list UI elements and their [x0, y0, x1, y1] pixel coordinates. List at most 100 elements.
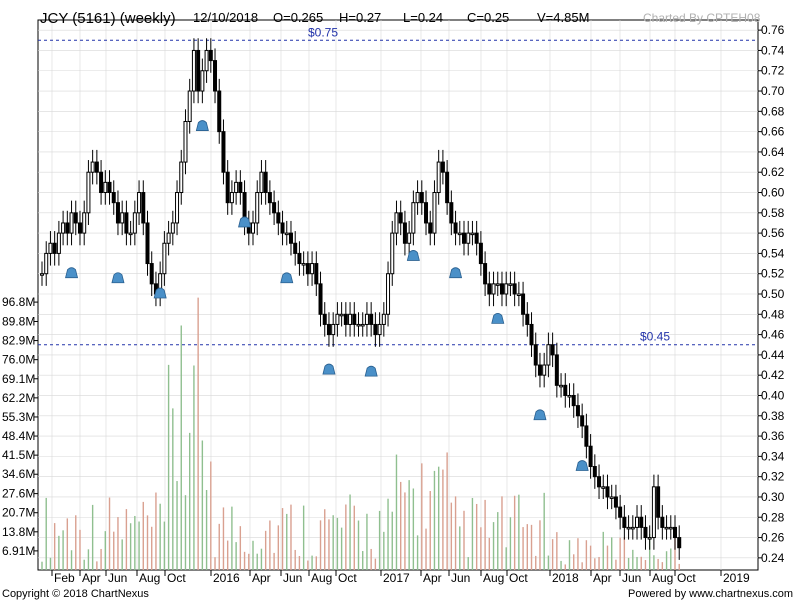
price-tick-label: 0.48 [761, 307, 785, 321]
copyright-label: Copyright © 2018 ChartNexus [2, 588, 149, 600]
price-candle-body [318, 283, 323, 315]
price-candle-body [360, 323, 365, 327]
price-candle-body [310, 263, 315, 275]
price-candle-body [94, 161, 99, 173]
price-candle-body [440, 161, 445, 173]
time-tick-label: Apr [252, 571, 271, 585]
volume-tick-label: 27.6M [2, 487, 35, 501]
price-candle-body [390, 232, 395, 275]
price-tick-label: 0.24 [761, 551, 785, 565]
price-candle-body [208, 49, 213, 62]
time-tick-label: Feb [54, 571, 75, 585]
price-candle-body [326, 323, 331, 336]
price-candle-body [65, 222, 70, 234]
price-candle-body [474, 232, 479, 244]
time-tick-label: Oct [167, 571, 186, 585]
price-candle-body [626, 526, 631, 530]
time-tick-label: 2016 [213, 571, 240, 585]
price-candle-body [196, 49, 201, 92]
price-tick-label: 0.52 [761, 267, 785, 281]
volume-tick-label: 34.6M [2, 467, 35, 481]
price-candle-body [512, 283, 517, 295]
price-candle-body [162, 242, 167, 275]
volume-tick-label: 89.8M [2, 314, 35, 328]
price-candle-body [132, 212, 137, 234]
price-candle-body [103, 181, 108, 194]
price-candle-body [386, 273, 391, 315]
price-candle-body [170, 222, 175, 234]
volume-tick-label: 6.91M [2, 544, 35, 558]
price-candle-body [40, 273, 44, 276]
price-tick-label: 0.44 [761, 348, 785, 362]
price-candle-body [284, 232, 289, 236]
price-candle-body [550, 344, 555, 356]
price-tick-label: 0.26 [761, 531, 785, 545]
price-candle-body [504, 283, 509, 295]
price-candle-body [529, 323, 534, 346]
price-candle-body [305, 263, 310, 275]
price-candle-body [61, 222, 66, 234]
volume-tick-label: 20.7M [2, 506, 35, 520]
price-candle-body [411, 202, 416, 234]
price-candle-body [82, 212, 87, 234]
price-candle-body [52, 242, 57, 254]
price-candle-body [217, 90, 222, 133]
price-candle-body [234, 181, 239, 194]
price-tick-label: 0.62 [761, 165, 785, 179]
price-candle-body [352, 313, 357, 325]
price-candle-body [343, 313, 348, 325]
volume-tick-label: 62.2M [2, 391, 35, 405]
price-candle-body [601, 486, 606, 489]
price-candle-body [204, 49, 209, 72]
price-candle-body [613, 496, 618, 508]
price-candle-body [301, 263, 306, 266]
time-tick-label: Jun [108, 571, 127, 585]
volume-tick-label: 48.4M [2, 429, 35, 443]
price-candle-body [499, 283, 504, 295]
volume-tick-label: 69.1M [2, 372, 35, 386]
price-candle-body [120, 212, 125, 224]
price-candle-body [145, 222, 150, 265]
price-candle-body [107, 181, 112, 194]
price-candle-body [115, 202, 120, 224]
price-candle-body [263, 171, 268, 194]
time-tick-label: Apr [82, 571, 101, 585]
price-candle-body [449, 202, 454, 224]
volume-tick-label: 96.8M [2, 295, 35, 309]
price-candle-body [225, 171, 230, 204]
price-candle-body [267, 192, 272, 204]
price-candle-body [533, 344, 538, 366]
price-candle-body [673, 526, 677, 539]
price-candle-body [369, 313, 374, 325]
price-candle-body [90, 161, 95, 173]
price-candle-body [428, 222, 433, 234]
price-candle-body [436, 161, 441, 194]
price-candle-body [424, 202, 429, 224]
price-tick-label: 0.64 [761, 145, 785, 159]
price-candle-body [297, 252, 302, 265]
price-candle-body [462, 232, 466, 244]
price-candle-body [677, 537, 682, 549]
price-candle-body [622, 516, 627, 528]
date-label: 12/10/2018 [193, 10, 258, 25]
price-candle-body [229, 192, 234, 204]
time-tick-label: Apr [593, 571, 612, 585]
price-candle-body [664, 526, 669, 530]
time-tick-label: Aug [483, 571, 504, 585]
price-candle-body [516, 293, 521, 296]
price-candle-body [660, 516, 665, 528]
price-candle-body [483, 263, 488, 285]
price-candle-body [605, 486, 610, 498]
price-tick-label: 0.50 [761, 287, 785, 301]
price-candle-body [128, 232, 133, 236]
price-candle-body [335, 313, 340, 325]
price-candle-body [272, 202, 277, 214]
price-candle-body [630, 526, 635, 530]
price-candle-body [656, 486, 661, 518]
charted-by-label: Charted By CPTEH08 [643, 11, 761, 25]
volume-tick-label: 76.0M [2, 353, 35, 367]
volume-tick-label: 55.3M [2, 410, 35, 424]
price-candle-body [563, 384, 568, 396]
price-candle-body [419, 192, 424, 204]
price-candle-body [69, 212, 74, 234]
